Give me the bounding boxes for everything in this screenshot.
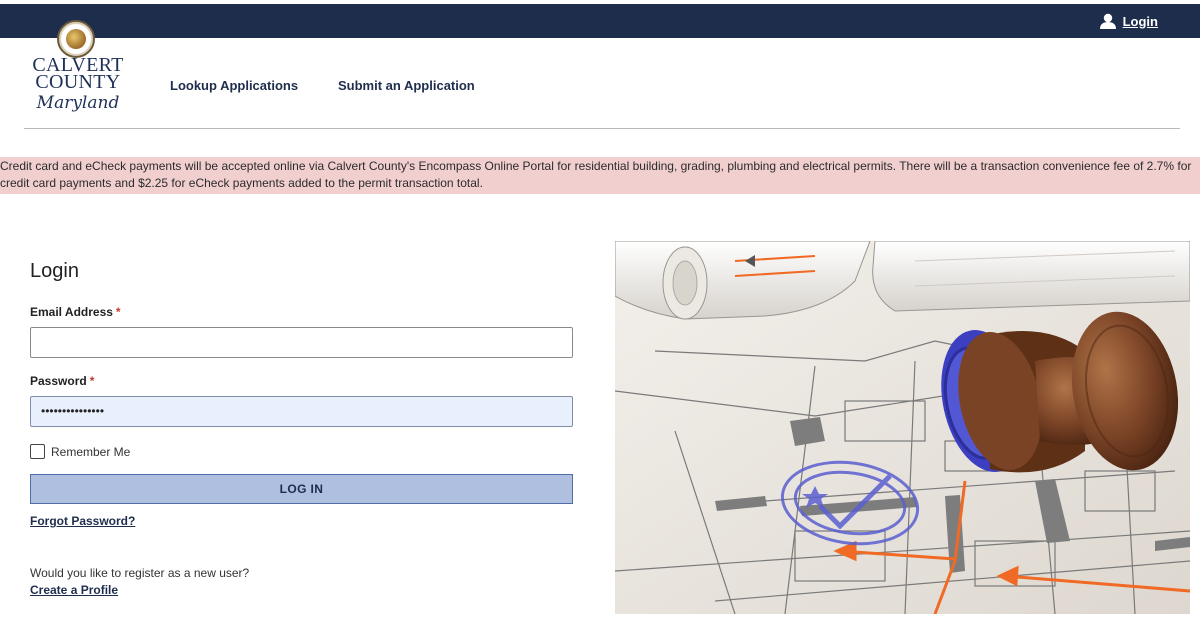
password-label: Password *: [30, 374, 95, 388]
county-seal-icon: [57, 20, 95, 58]
login-form: Login Email Address * Password * •••••••••…: [30, 260, 574, 597]
forgot-password-link[interactable]: Forgot Password?: [30, 514, 135, 528]
site-header: CALVERT COUNTY Maryland Lookup Applicati…: [0, 20, 1200, 130]
email-field[interactable]: [30, 327, 573, 358]
nav-submit-application[interactable]: Submit an Application: [338, 78, 475, 93]
payment-notice-banner: Credit card and eCheck payments will be …: [0, 157, 1200, 194]
remember-me-label: Remember Me: [51, 444, 131, 459]
login-title: Login: [30, 260, 79, 282]
required-mark: *: [89, 374, 95, 388]
log-in-button[interactable]: LOG IN: [30, 474, 573, 504]
user-icon: [1099, 13, 1117, 29]
logo-state: Maryland: [36, 93, 120, 113]
remember-me-toggle[interactable]: Remember Me: [30, 444, 130, 459]
password-field[interactable]: •••••••••••••••: [30, 396, 573, 427]
create-profile-link[interactable]: Create a Profile: [30, 583, 118, 597]
logo-wordmark: CALVERT COUNTY: [32, 54, 124, 93]
email-label: Email Address *: [30, 305, 121, 319]
top-bar: Login: [0, 4, 1200, 38]
register-prompt: Would you like to register as a new user…: [30, 566, 250, 580]
remember-me-checkbox[interactable]: [30, 444, 45, 459]
header-divider: [24, 128, 1180, 129]
header-login-label: Login: [1122, 13, 1158, 29]
required-mark: *: [115, 305, 121, 319]
blueprint-illustration: [615, 241, 1190, 614]
blueprint-stamp-image: [615, 241, 1190, 614]
nav-lookup-applications[interactable]: Lookup Applications: [170, 78, 298, 93]
county-logo[interactable]: CALVERT COUNTY Maryland: [30, 20, 130, 115]
header-login-link[interactable]: Login: [1099, 13, 1158, 29]
